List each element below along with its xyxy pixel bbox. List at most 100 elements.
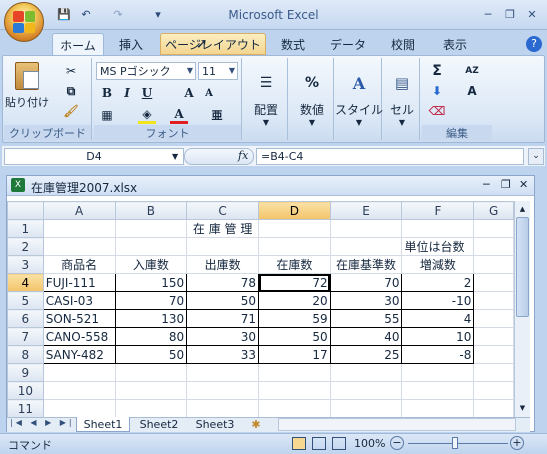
sheet-tab-sheet1[interactable]: Sheet1 [76,417,130,432]
cell-C9[interactable] [186,363,260,382]
column-header[interactable]: D [258,201,331,220]
cell-F2[interactable]: 単位は台数 [401,237,475,256]
zoom-level[interactable]: 100% [354,437,385,450]
row-header[interactable]: 9 [7,363,44,382]
horizontal-scrollbar[interactable] [278,418,516,431]
border-icon[interactable]: ▦ [98,106,116,124]
sort-filter-button[interactable]: AZ [460,62,484,80]
column-header[interactable]: F [401,201,475,220]
cell-E11[interactable] [329,399,403,417]
tab-formulas[interactable]: 数式 [270,33,316,55]
font-size-select[interactable]: 11 ▼ [198,62,238,80]
tab-data[interactable]: データ [322,33,374,55]
cell-G2[interactable] [473,237,514,256]
maximize-button[interactable]: ❐ [500,6,520,22]
minimize-button[interactable]: ─ [478,6,498,22]
cell-C10[interactable] [186,381,260,400]
fill-icon[interactable]: ⬇ [428,82,446,100]
cell-C3[interactable]: 出庫数 [186,255,260,274]
sheet-tab-sheet3[interactable]: Sheet3 [188,417,242,432]
page-break-view-icon[interactable] [332,437,346,450]
close-button[interactable]: ✕ [522,6,542,22]
chevron-down-icon[interactable]: ▼ [172,152,178,161]
cell-C11[interactable] [186,399,260,417]
vertical-scrollbar[interactable]: ▲ ▼ [514,201,530,417]
cell-A2[interactable] [42,237,116,256]
cell-E1[interactable] [329,219,403,238]
cell-G4[interactable] [473,273,514,292]
cell-F8[interactable]: -8 [401,345,475,364]
zoom-slider-thumb[interactable] [452,437,458,449]
row-header[interactable]: 11 [7,399,44,417]
workbook-minimize-button[interactable]: ─ [483,178,490,191]
tab-insert[interactable]: 挿入 [108,33,154,55]
cell-D8[interactable]: 17 [258,345,331,364]
cell-B7[interactable]: 80 [114,327,188,346]
cell-G1[interactable] [473,219,514,238]
undo-icon[interactable]: ↶ [78,6,94,22]
tab-page-layout[interactable]: ページレイアウト [160,33,266,55]
cell-D2[interactable] [258,237,331,256]
format-painter-icon[interactable]: 🖌 [62,102,80,120]
cell-C1[interactable]: 在 庫 管 理 [186,219,260,238]
row-header[interactable]: 5 [7,291,44,310]
cell-D10[interactable] [258,381,331,400]
cell-E8[interactable]: 25 [329,345,403,364]
cell-F6[interactable]: 4 [401,309,475,328]
vertical-scroll-thumb[interactable] [516,217,529,317]
row-header[interactable]: 6 [7,309,44,328]
cell-E7[interactable]: 40 [329,327,403,346]
cell-C8[interactable]: 33 [186,345,260,364]
insert-sheet-icon[interactable]: ✱ [246,417,266,432]
cell-A1[interactable] [42,219,116,238]
tab-review[interactable]: 校閲 [380,33,426,55]
cell-F4[interactable]: 2 [401,273,475,292]
cell-A10[interactable] [42,381,116,400]
cut-icon[interactable]: ✂ [62,62,80,80]
worksheet-grid[interactable]: ABCDEFG 1在 庫 管 理 2 単位は台数 3 商品名 入庫数 出庫数 在庫数 在庫基準数… [7,201,514,417]
cells-button[interactable]: ▤ セル ▼ [386,62,418,134]
name-box[interactable]: D4 [4,148,184,165]
cell-F5[interactable]: -10 [401,291,475,310]
fill-color-icon[interactable]: ◈ [138,106,156,124]
cell-G3[interactable] [473,255,514,274]
cell-C6[interactable]: 71 [186,309,260,328]
cell-F1[interactable] [401,219,475,238]
cell-E3[interactable]: 在庫基準数 [329,255,403,274]
cell-C5[interactable]: 50 [186,291,260,310]
zoom-in-button[interactable]: + [510,436,524,450]
autosum-button[interactable]: Σ [428,62,446,80]
help-icon[interactable]: ? [526,36,542,52]
cell-G5[interactable] [473,291,514,310]
cell-D7[interactable]: 50 [258,327,331,346]
column-header[interactable]: E [329,201,403,220]
font-name-select[interactable]: MS Pゴシック ▼ [96,62,196,80]
cell-B11[interactable] [114,399,188,417]
cell-D11[interactable] [258,399,331,417]
formula-input[interactable]: =B4-C4 [256,148,524,165]
bold-button[interactable]: B [98,84,116,102]
column-header[interactable]: C [186,201,260,220]
cell-G11[interactable] [473,399,514,417]
cell-D4[interactable]: 72 [258,273,331,292]
cell-F3[interactable]: 増減数 [401,255,475,274]
save-icon[interactable]: 💾 [56,6,72,22]
sheet-tab-sheet2[interactable]: Sheet2 [132,417,186,432]
zoom-slider-track[interactable] [408,443,508,444]
cell-A8[interactable]: SANY-482 [42,345,116,364]
column-header[interactable]: A [42,201,116,220]
cell-A11[interactable] [42,399,116,417]
italic-button[interactable]: I [118,84,136,102]
cell-G7[interactable] [473,327,514,346]
customize-quick-access-icon[interactable]: ▾ [150,6,166,22]
cell-G10[interactable] [473,381,514,400]
cell-B10[interactable] [114,381,188,400]
cell-D6[interactable]: 59 [258,309,331,328]
phonetic-button[interactable]: 亜 [208,106,226,124]
cell-B3[interactable]: 入庫数 [114,255,188,274]
alignment-button[interactable]: ☰ 配置 ▼ [248,62,284,134]
row-header[interactable]: 2 [7,237,44,256]
cell-F7[interactable]: 10 [401,327,475,346]
cell-A9[interactable] [42,363,116,382]
tab-home[interactable]: ホーム [52,33,104,56]
